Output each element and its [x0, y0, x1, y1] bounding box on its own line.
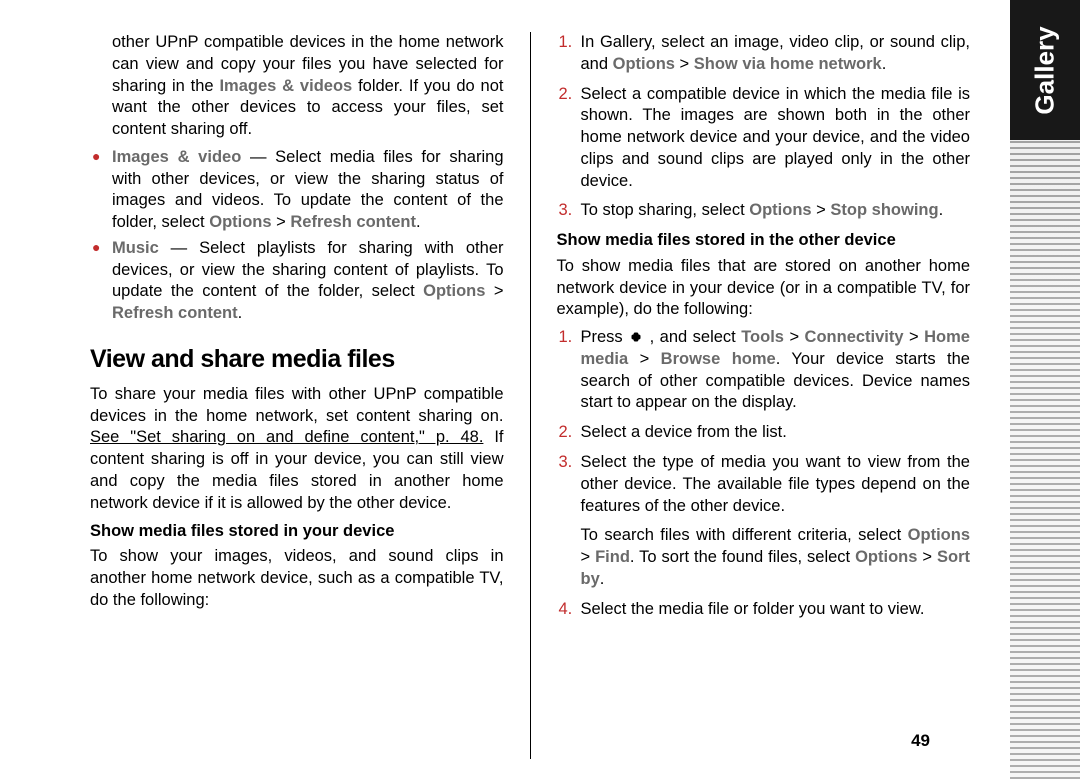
bullet-item: Images & video — Select media files for … [90, 147, 504, 234]
step-number: 1. [559, 32, 573, 54]
text: Select a device from the list. [581, 423, 787, 441]
text: , and select [644, 328, 741, 346]
option-text: Options [209, 213, 271, 231]
step-number: 1. [559, 327, 573, 349]
chapter-label: Gallery [1030, 26, 1061, 114]
step-number: 3. [559, 200, 573, 222]
option-text: Stop showing [830, 201, 938, 219]
section-heading: View and share media files [90, 343, 504, 376]
text: Select the type of media you want to vie… [581, 453, 971, 515]
bullet-item: Music — Select playlists for sharing wit… [90, 238, 504, 325]
step-item: 3. To stop sharing, select Options > Sto… [557, 200, 971, 222]
paragraph: To share your media files with other UPn… [90, 384, 504, 515]
option-text: Options [855, 548, 917, 566]
text: Select the media file or folder you want… [581, 600, 925, 618]
page: other UPnP compatible devices in the hom… [0, 0, 1010, 779]
text: . [416, 213, 421, 231]
text: To stop sharing, select [581, 201, 750, 219]
option-text: Connectivity [805, 328, 904, 346]
option-text: Refresh content [112, 304, 238, 322]
text: Press [581, 328, 629, 346]
paragraph: To show media files that are stored on a… [557, 256, 971, 321]
text: To search files with different criteria,… [581, 526, 908, 544]
text: > [917, 548, 937, 566]
step-number: 3. [559, 452, 573, 474]
column-divider [530, 32, 531, 759]
intro-paragraph: other UPnP compatible devices in the hom… [90, 32, 504, 141]
text: . [600, 570, 605, 588]
step-item: 3. Select the type of media you want to … [557, 452, 971, 517]
subheading: Show media files stored in the other dev… [557, 230, 971, 252]
side-tab-dark: Gallery [1010, 0, 1080, 140]
left-column: other UPnP compatible devices in the hom… [90, 32, 504, 759]
text: . [882, 55, 887, 73]
text: . [238, 304, 243, 322]
option-text: Options [749, 201, 811, 219]
step-item: 1. In Gallery, select an image, video cl… [557, 32, 971, 76]
text: > [675, 55, 694, 73]
step-number: 4. [559, 599, 573, 621]
text: > [628, 350, 660, 368]
step-item: 2. Select a device from the list. [557, 422, 971, 444]
paragraph: To show your images, videos, and sound c… [90, 546, 504, 611]
step-item: 1. Press , and select Tools > Connectivi… [557, 327, 971, 414]
step-item: 2. Select a compatible device in which t… [557, 84, 971, 193]
option-text: Options [613, 55, 675, 73]
option-text: Options [908, 526, 970, 544]
menu-key-icon [628, 329, 644, 345]
text: . To sort the found files, select [630, 548, 855, 566]
text: > [272, 213, 291, 231]
side-tab: Gallery [1010, 0, 1080, 779]
bullet-lead: Images & video [112, 148, 241, 166]
option-text: Images & videos [219, 77, 352, 95]
option-text: Refresh content [290, 213, 416, 231]
text: To share your media files with other UPn… [90, 385, 504, 425]
option-text: Options [423, 282, 485, 300]
option-text: Show via home network [694, 55, 882, 73]
text-columns: other UPnP compatible devices in the hom… [90, 32, 970, 759]
page-number: 49 [911, 731, 930, 751]
subheading: Show media files stored in your device [90, 521, 504, 543]
option-text: Find [595, 548, 630, 566]
option-text: Browse home [661, 350, 776, 368]
right-column: 1. In Gallery, select an image, video cl… [557, 32, 971, 759]
text: > [904, 328, 925, 346]
text: . [939, 201, 944, 219]
bullet-lead: Music [112, 239, 159, 257]
step-item: 4. Select the media file or folder you w… [557, 599, 971, 621]
step-number: 2. [559, 422, 573, 444]
text: Select a compatible device in which the … [581, 85, 971, 190]
text: > [485, 282, 503, 300]
text: > [812, 201, 831, 219]
paragraph: To search files with different criteria,… [557, 525, 971, 590]
cross-reference-link[interactable]: See "Set sharing on and define content,"… [90, 428, 483, 446]
step-number: 2. [559, 84, 573, 106]
text: > [784, 328, 805, 346]
option-text: Tools [741, 328, 784, 346]
text: > [581, 548, 596, 566]
